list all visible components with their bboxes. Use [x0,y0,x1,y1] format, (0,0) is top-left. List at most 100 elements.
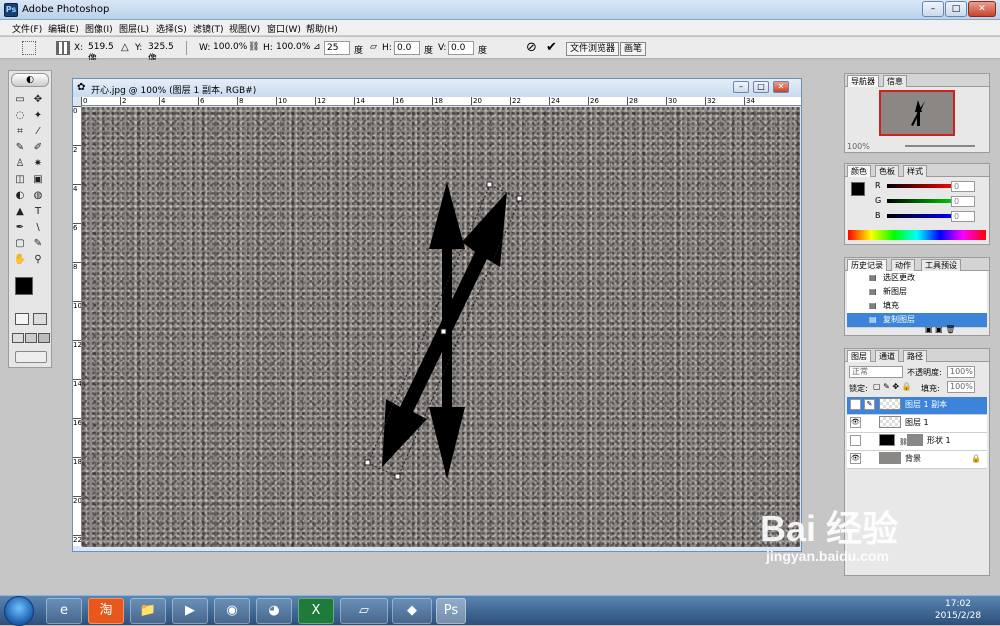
doc-maximize-button[interactable]: □ [753,81,769,93]
tool-icon[interactable]: T [31,205,45,218]
tool-icon[interactable]: ▭ [13,93,27,106]
tab-tool-presets[interactable]: 工具预设 [921,259,961,271]
clock-time[interactable]: 17:02 [928,599,988,609]
doc-minimize-button[interactable]: – [733,81,749,93]
horizontal-ruler[interactable]: 0 2 4 6 8 10 12 14 16 18 20 22 24 26 28 30 32 34 [81,97,801,106]
taskbar-blue-app-icon[interactable]: ◆ [392,598,432,624]
brush-link-icon[interactable]: ✎ [864,399,875,410]
tool-icon[interactable]: ✥ [31,93,45,106]
tool-icon[interactable]: ✎ [13,141,27,154]
layer-row[interactable]: 👁 背景 🔒 [847,451,987,469]
foreground-color-swatch[interactable] [15,277,33,295]
tab-color[interactable]: 颜色 [847,165,871,177]
layer-row[interactable]: ⛓ 形状 1 [847,433,987,451]
g-slider[interactable] [887,199,953,203]
image-canvas[interactable] [82,107,800,547]
eye-icon[interactable]: 👁 [850,417,861,428]
opacity-field[interactable]: 100% [947,366,975,378]
tool-icon[interactable]: \ [31,221,45,234]
tab-channels[interactable]: 通道 [875,350,899,362]
tool-icon[interactable]: ⚲ [31,253,45,266]
clock-date[interactable]: 2015/2/28 [928,611,988,621]
history-item[interactable]: ▤ 填充 [847,299,987,314]
menu-image[interactable]: 图像(I) [85,22,113,35]
b-slider[interactable] [887,214,953,218]
commit-transform-icon[interactable]: ✔ [546,40,557,55]
tool-icon[interactable]: ✋ [13,253,27,266]
screen-mode-standard-icon[interactable] [12,333,24,343]
tool-icon[interactable]: ◐ [13,189,27,202]
quick-mask-icon[interactable] [33,313,47,325]
reference-grid-icon[interactable] [56,41,70,55]
tool-icon[interactable]: ✒ [13,221,27,234]
taskbar-folder-icon[interactable]: 📁 [130,598,166,624]
tool-icon[interactable]: ⌗ [13,125,27,138]
lock-icons[interactable]: ▢ ✎ ✥ 🔒 [873,382,912,391]
tab-navigator[interactable]: 导航器 [847,75,879,87]
tool-icon[interactable]: ✐ [31,141,45,154]
g-value-field[interactable]: 0 [951,196,975,207]
taskbar-excel-icon[interactable]: X [298,598,334,624]
vertical-ruler[interactable]: 0 2 4 6 8 10 12 14 16 18 20 22 [73,106,82,546]
taskbar-app-icon[interactable]: ◉ [214,598,250,624]
toolbox-header-eye-icon[interactable]: ◐ [11,73,49,87]
jump-to-imageready-icon[interactable] [15,351,47,363]
doc-close-button[interactable]: ✕ [773,81,789,93]
vertical-skew-field[interactable]: 0.0 [448,41,474,55]
eye-icon[interactable]: 👁 [850,399,861,410]
maximize-button[interactable]: □ [945,1,967,17]
tool-icon[interactable]: ◫ [13,173,27,186]
menu-select[interactable]: 选择(S) [156,22,187,35]
taskbar-media-player-icon[interactable]: ▶ [172,598,208,624]
history-item[interactable]: ▤ 选区更改 [847,271,987,286]
taskbar-photoshop-icon[interactable]: Ps [436,598,466,624]
menu-file[interactable]: 文件(F) [12,22,42,35]
reference-point-icon[interactable] [22,41,36,55]
close-button[interactable]: ✕ [968,1,996,17]
horizontal-skew-field[interactable]: 0.0 [394,41,420,55]
color-spectrum-bar[interactable] [848,230,986,240]
history-snapshot-icon[interactable]: ▣ ▣ 🗑 [925,325,955,334]
r-slider[interactable] [887,184,953,188]
tab-actions[interactable]: 动作 [891,259,915,271]
tool-icon[interactable]: ✦ [31,109,45,122]
standard-mode-icon[interactable] [15,313,29,325]
tool-icon[interactable]: ✎ [31,237,45,250]
menu-layer[interactable]: 图层(L) [119,22,149,35]
taskbar-window-icon[interactable]: ▱ [340,598,388,624]
tab-info[interactable]: 信息 [883,75,907,87]
menu-filter[interactable]: 滤镜(T) [193,22,224,35]
tab-file-browser[interactable]: 文件浏览器 [566,42,620,56]
taskbar-chrome-icon[interactable]: ◕ [256,598,292,624]
history-item[interactable]: ▤ 新图层 [847,285,987,300]
color-foreground-swatch[interactable] [851,182,865,196]
navigator-thumbnail[interactable] [879,90,955,136]
tool-icon[interactable]: ▣ [31,173,45,186]
tool-icon[interactable]: ▲ [13,205,27,218]
tab-styles[interactable]: 样式 [903,165,927,177]
width-field[interactable]: 100.0% [211,41,247,55]
start-button[interactable] [4,596,34,626]
eye-icon[interactable]: 👁 [850,453,861,464]
screen-mode-full-icon[interactable] [38,333,50,343]
navigator-zoom-slider[interactable] [905,145,975,147]
tab-layers[interactable]: 图层 [847,350,871,362]
navigator-zoom-value[interactable]: 100% [847,142,870,151]
link-icon[interactable]: ⛓ [248,42,259,52]
tab-brushes[interactable]: 画笔 [620,42,647,56]
tool-icon[interactable]: ✷ [31,157,45,170]
layer-row-selected[interactable]: 👁 ✎ 图层 1 副本 [847,397,987,415]
fill-field[interactable]: 100% [947,381,975,393]
tab-paths[interactable]: 路径 [903,350,927,362]
layer-row[interactable]: 👁 图层 1 [847,415,987,433]
blend-mode-select[interactable]: 正常 [849,366,903,378]
tab-history[interactable]: 历史记录 [847,259,887,271]
height-field[interactable]: 100.0% [274,41,310,55]
cancel-transform-icon[interactable]: ⊘ [526,40,537,55]
tool-icon[interactable]: ♙ [13,157,27,170]
b-value-field[interactable]: 0 [951,211,975,222]
x-field[interactable]: 519.5 像 [86,41,118,64]
menu-view[interactable]: 视图(V) [229,22,260,35]
menu-help[interactable]: 帮助(H) [306,22,338,35]
screen-mode-full-menu-icon[interactable] [25,333,37,343]
